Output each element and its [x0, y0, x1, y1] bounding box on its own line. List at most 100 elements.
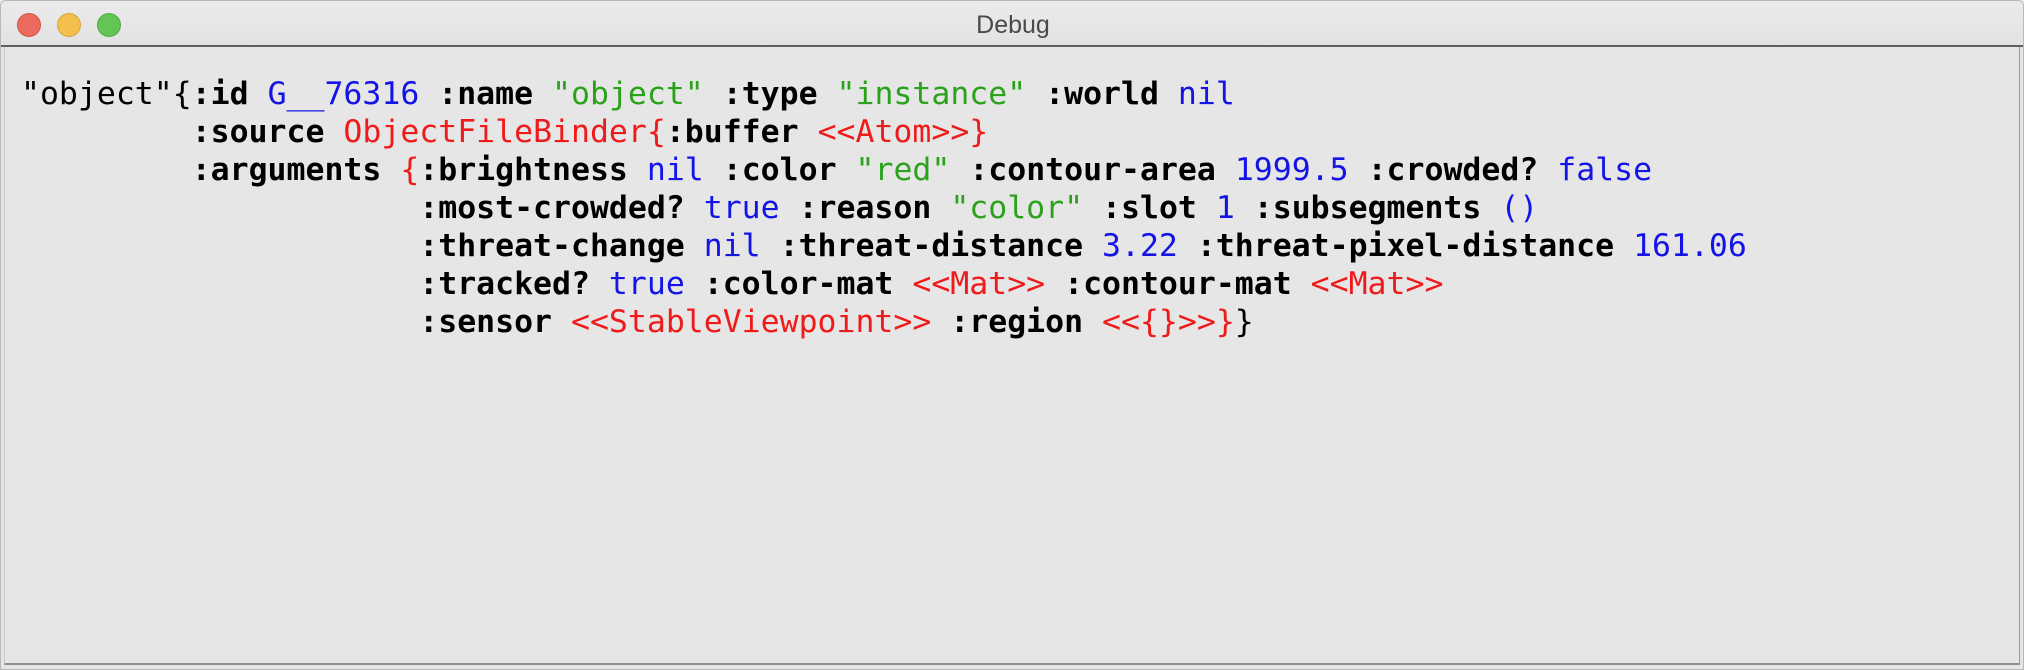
keyword-token: :threat-pixel-distance	[1196, 228, 1615, 264]
debug-line: :sensor <<StableViewpoint>> :region <<{}…	[21, 303, 1747, 341]
string-token: "color"	[950, 190, 1084, 226]
text-token: }	[1234, 304, 1254, 340]
value-token: 161.06	[1633, 228, 1747, 264]
debug-line: :tracked? true :color-mat <<Mat>> :conto…	[21, 265, 1747, 303]
string-token: "red"	[855, 152, 951, 188]
object-token: <<Atom>>}	[817, 114, 989, 150]
string-token: "object"	[552, 76, 704, 112]
debug-line: :arguments {:brightness nil :color "red"…	[21, 151, 1747, 189]
value-token: true	[608, 266, 685, 302]
keyword-token: :type	[722, 76, 818, 112]
debug-output-text: "object"{:id G__76316 :name "object" :ty…	[21, 75, 1747, 341]
debug-line: :most-crowded? true :reason "color" :slo…	[21, 189, 1747, 227]
keyword-token: :threat-change	[419, 228, 685, 264]
keyword-token: :source	[191, 114, 325, 150]
debug-output-pane[interactable]: "object"{:id G__76316 :name "object" :ty…	[4, 47, 2020, 665]
value-token: false	[1557, 152, 1653, 188]
value-token: nil	[646, 152, 704, 188]
object-token: <<Mat>>	[912, 266, 1046, 302]
keyword-token: :color-mat	[703, 266, 894, 302]
keyword-token: :buffer	[665, 114, 799, 150]
title-bar[interactable]: Debug	[1, 1, 2023, 47]
keyword-token: :id	[191, 76, 249, 112]
keyword-token: :world	[1045, 76, 1159, 112]
keyword-token: :reason	[798, 190, 932, 226]
debug-line: :source ObjectFileBinder{:buffer <<Atom>…	[21, 113, 1747, 151]
value-token: true	[703, 190, 780, 226]
value-token: G__76316	[267, 76, 420, 112]
keyword-token: :slot	[1102, 190, 1197, 226]
object-token: {	[400, 152, 420, 188]
value-token: 1999.5	[1234, 152, 1349, 188]
keyword-token: :contour-mat	[1064, 266, 1292, 302]
window-title: Debug	[976, 11, 1050, 39]
object-token: <<Mat>>	[1310, 266, 1444, 302]
debug-line: "object"{:id G__76316 :name "object" :ty…	[21, 75, 1747, 113]
object-token: ObjectFileBinder{	[343, 114, 666, 150]
keyword-token: :most-crowded?	[419, 190, 685, 226]
keyword-token: :threat-distance	[779, 228, 1084, 264]
value-token: ()	[1500, 190, 1539, 226]
keyword-token: :crowded?	[1367, 152, 1539, 188]
debug-window: Debug "object"{:id G__76316 :name "objec…	[0, 0, 2024, 670]
keyword-token: :tracked?	[419, 266, 590, 302]
keyword-token: :subsegments	[1253, 190, 1482, 226]
keyword-token: :color	[722, 152, 837, 188]
keyword-token: :region	[950, 304, 1084, 340]
object-token: <<StableViewpoint>>	[571, 304, 932, 340]
object-token: <<{}>>}	[1102, 304, 1235, 340]
keyword-token: :contour-area	[969, 152, 1216, 188]
keyword-token: :name	[438, 76, 534, 112]
value-token: 1	[1215, 190, 1235, 226]
keyword-token: :arguments	[191, 152, 382, 188]
keyword-token: :sensor	[419, 304, 553, 340]
keyword-token: :brightness	[419, 152, 628, 188]
string-token: "instance"	[836, 76, 1027, 112]
text-token: {	[172, 76, 192, 112]
value-token: 3.22	[1102, 228, 1178, 264]
debug-line: :threat-change nil :threat-distance 3.22…	[21, 227, 1747, 265]
value-token: nil	[703, 228, 761, 264]
